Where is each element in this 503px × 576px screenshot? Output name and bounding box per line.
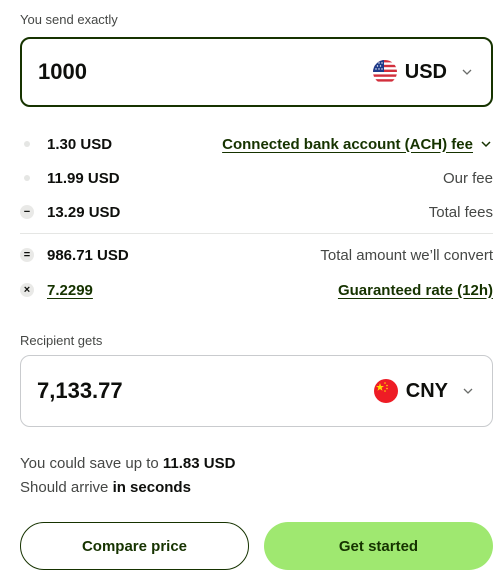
chevron-down-icon [462, 69, 472, 75]
dot-marker-icon [20, 175, 34, 181]
fee-description: Total amount we’ll convert [320, 246, 493, 264]
send-currency-code: USD [404, 60, 447, 83]
china-flag-icon [373, 379, 398, 403]
send-amount-input[interactable] [38, 59, 278, 85]
ach-fee-label: Connected bank account (ACH) fee [222, 135, 473, 153]
chevron-down-icon [481, 141, 491, 148]
chevron-down-icon [463, 388, 473, 394]
equals-icon: = [20, 248, 34, 262]
fee-amount: 11.99 USD [47, 169, 120, 187]
recipient-amount-input[interactable] [37, 378, 277, 404]
recipient-amount-box: CNY [20, 355, 493, 427]
divider [20, 233, 493, 234]
fee-row-total-fees: − 13.29 USD Total fees [20, 201, 493, 223]
get-started-button[interactable]: Get started [264, 522, 493, 570]
send-currency-selector[interactable]: USD [372, 60, 473, 84]
fee-amount: 1.30 USD [47, 135, 113, 153]
recipient-label: Recipient gets [20, 333, 103, 348]
guaranteed-rate-link[interactable]: Guaranteed rate (12h) [338, 282, 493, 299]
arrival-text: Should arrive in seconds [20, 479, 191, 496]
exchange-rate-link[interactable]: 7.2299 [47, 282, 93, 299]
fee-row-converted: = 986.71 USD Total amount we’ll convert [20, 244, 493, 266]
fee-description: Total fees [428, 203, 493, 221]
fee-row-ach: 1.30 USD Connected bank account (ACH) fe… [20, 133, 493, 155]
recipient-currency-selector[interactable]: CNY [373, 379, 474, 403]
fee-amount: 13.29 USD [47, 203, 121, 221]
send-amount-box: USD [20, 37, 493, 107]
send-label: You send exactly [20, 12, 118, 27]
us-flag-icon [372, 60, 397, 84]
ach-fee-dropdown[interactable]: Connected bank account (ACH) fee [222, 136, 493, 153]
minus-icon: − [20, 205, 34, 219]
recipient-currency-code: CNY [405, 379, 448, 402]
fee-row-our-fee: 11.99 USD Our fee [20, 167, 493, 189]
converted-amount: 986.71 USD [47, 246, 129, 264]
dot-marker-icon [20, 141, 34, 147]
savings-text: You could save up to 11.83 USD [20, 455, 236, 472]
fee-row-rate: × 7.2299 Guaranteed rate (12h) [20, 279, 493, 301]
compare-price-button[interactable]: Compare price [20, 522, 249, 570]
arrival-time: in seconds [112, 479, 191, 496]
multiply-icon: × [20, 283, 34, 297]
savings-amount: 11.83 USD [162, 455, 236, 472]
fee-description: Our fee [442, 169, 493, 187]
